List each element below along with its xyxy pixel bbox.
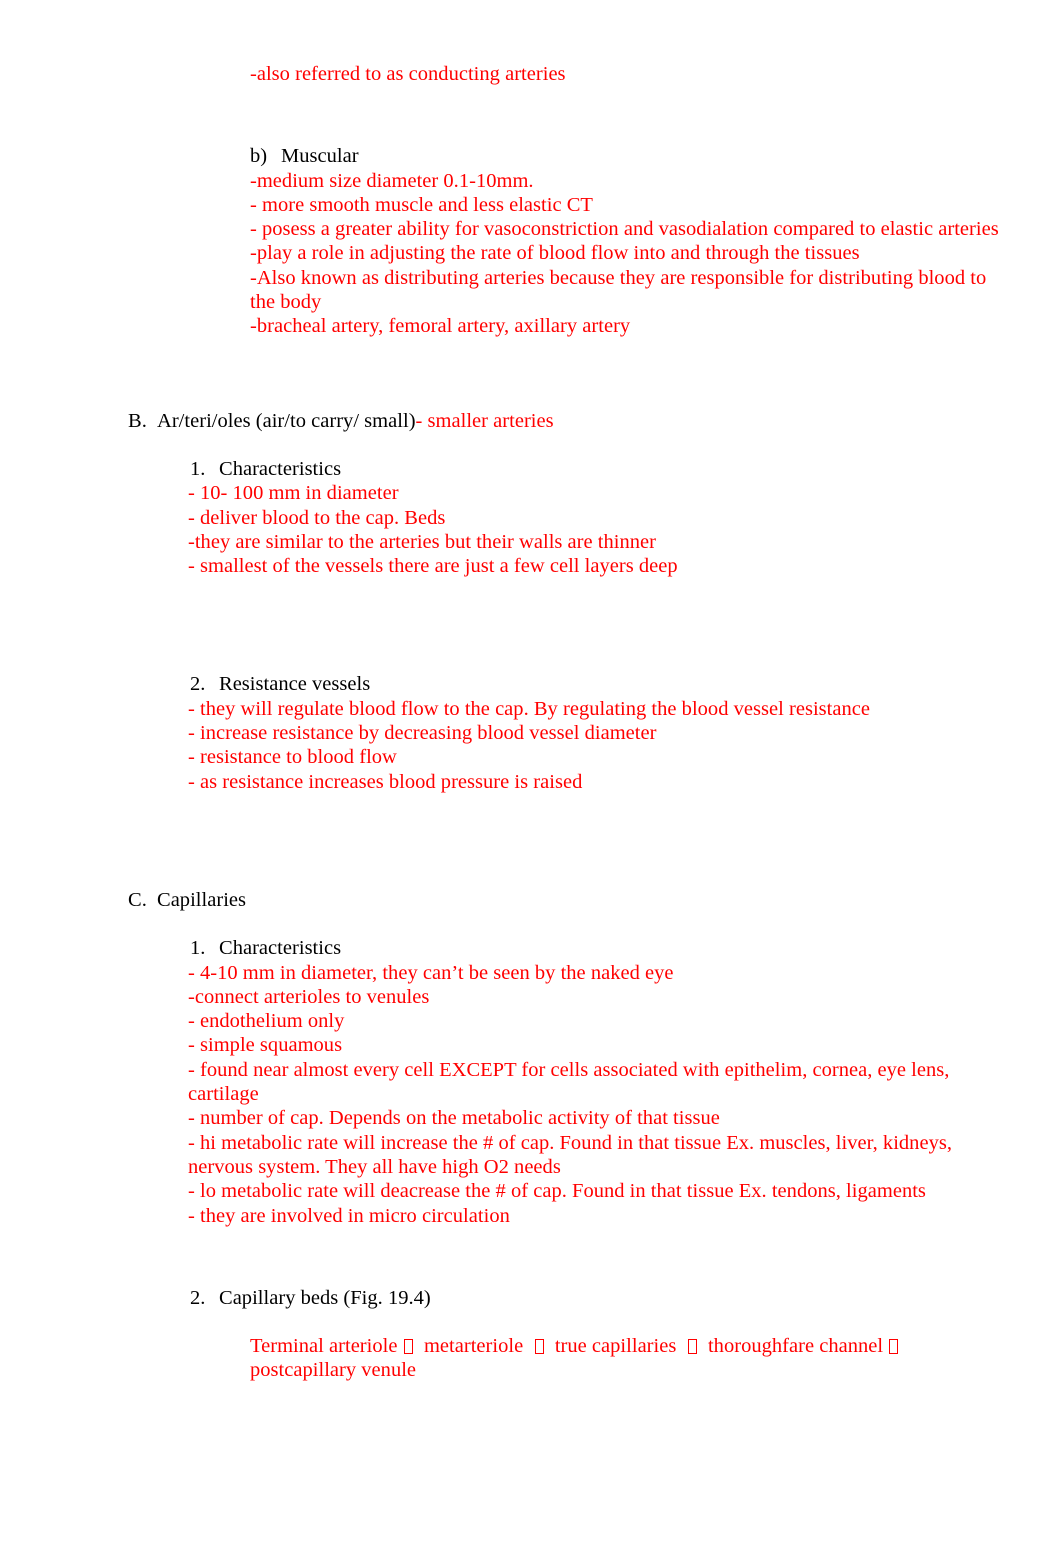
arterioles-characteristics-marker: 1. xyxy=(190,457,206,480)
arterioles-heading-gloss: - smaller arteries xyxy=(415,409,554,432)
capillary-beds-marker: 2. xyxy=(190,1286,206,1309)
capillary-beds-label: Capillary beds (Fig. 19.4) xyxy=(219,1286,431,1309)
capillaries-char-line-2: -connect arterioles to venules xyxy=(188,985,430,1008)
muscular-line-3: - posess a greater ability for vasoconst… xyxy=(250,218,999,241)
resistance-vessels-marker: 2. xyxy=(190,673,206,696)
arterioles-section-heading: B. Ar/teri/oles (air/to carry/ small)- sm… xyxy=(128,409,1008,433)
arterioles-char-line-1: - 10- 100 mm in diameter xyxy=(188,482,399,505)
arterioles-characteristics-heading: 1. Characteristics xyxy=(190,457,1005,481)
flow-step-metarteriole: metarteriole xyxy=(423,1335,524,1358)
document-body: -also referred to as conducting arteries… xyxy=(0,0,1062,1383)
arrow-missing-glyph-icon xyxy=(889,1339,899,1355)
capillaries-char-line-9: - they are involved in micro circulation xyxy=(188,1204,510,1227)
muscular-line-5: -Also known as distributing arteries bec… xyxy=(250,266,992,314)
arterioles-char-line-2: - deliver blood to the cap. Beds xyxy=(188,506,446,529)
resistance-line-3: - resistance to blood flow xyxy=(188,746,397,769)
capillaries-characteristics-label: Characteristics xyxy=(219,937,342,960)
muscular-heading-label: Muscular xyxy=(281,145,359,168)
arterioles-char-line-4: - smallest of the vessels there are just… xyxy=(188,555,678,578)
muscular-line-1: -medium size diameter 0.1-10mm. xyxy=(250,169,534,192)
muscular-line-6: -bracheal artery, femoral artery, axilla… xyxy=(250,315,631,338)
capillaries-char-line-4: - simple squamous xyxy=(188,1034,343,1057)
arrow-missing-glyph-icon xyxy=(403,1339,413,1355)
arrow-missing-glyph-icon xyxy=(687,1339,697,1355)
muscular-heading: b) Muscular xyxy=(250,144,1005,168)
muscular-line-4: -play a role in adjusting the rate of bl… xyxy=(250,242,860,265)
muscular-list-marker: b) xyxy=(250,145,268,168)
flow-step-thoroughfare-channel: thoroughfare channel xyxy=(707,1335,884,1358)
capillaries-characteristics-heading: 1. Characteristics xyxy=(190,936,1005,960)
resistance-line-2: - increase resistance by decreasing bloo… xyxy=(188,722,657,745)
capillaries-char-line-5: - found near almost every cell EXCEPT fo… xyxy=(188,1058,955,1106)
capillaries-char-line-7: - hi metabolic rate will increase the # … xyxy=(188,1131,958,1178)
capillaries-char-line-3: - endothelium only xyxy=(188,1010,345,1033)
capillaries-list-marker: C. xyxy=(128,888,147,911)
capillaries-heading-label: Capillaries xyxy=(157,888,247,911)
capillary-beds-flow: Terminal arteriole metarteriole true cap… xyxy=(250,1334,1005,1383)
capillaries-char-line-6: - number of cap. Depends on the metaboli… xyxy=(188,1107,720,1130)
muscular-line-2: - more smooth muscle and less elastic CT xyxy=(250,193,593,216)
arterioles-char-line-3: -they are similar to the arteries but th… xyxy=(188,530,656,553)
resistance-line-1: - they will regulate blood flow to the c… xyxy=(188,697,871,720)
elastic-arteries-note: -also referred to as conducting arteries xyxy=(250,63,566,85)
capillaries-char-line-1: - 4-10 mm in diameter, they can’t be see… xyxy=(188,961,674,984)
resistance-vessels-heading: 2. Resistance vessels xyxy=(190,672,1005,696)
flow-step-terminal-arteriole: Terminal arteriole xyxy=(250,1335,398,1358)
capillaries-section-heading: C. Capillaries xyxy=(128,888,1008,912)
arterioles-list-marker: B. xyxy=(128,409,147,432)
resistance-line-4: - as resistance increases blood pressure… xyxy=(188,770,583,793)
capillaries-char-line-8: - lo metabolic rate will deacrease the #… xyxy=(188,1180,926,1203)
arterioles-heading-term: Ar/teri/oles (air/to carry/ small) xyxy=(157,409,416,432)
flow-step-postcapillary-venule: postcapillary venule xyxy=(250,1359,417,1382)
capillaries-characteristics-marker: 1. xyxy=(190,937,206,960)
capillary-beds-heading: 2. Capillary beds (Fig. 19.4) xyxy=(190,1286,1005,1310)
arterioles-characteristics-label: Characteristics xyxy=(219,457,342,480)
arrow-missing-glyph-icon xyxy=(534,1339,544,1355)
flow-step-true-capillaries: true capillaries xyxy=(554,1335,677,1358)
document-page: -also referred to as conducting arteries… xyxy=(0,0,1062,1562)
resistance-vessels-label: Resistance vessels xyxy=(219,673,371,696)
